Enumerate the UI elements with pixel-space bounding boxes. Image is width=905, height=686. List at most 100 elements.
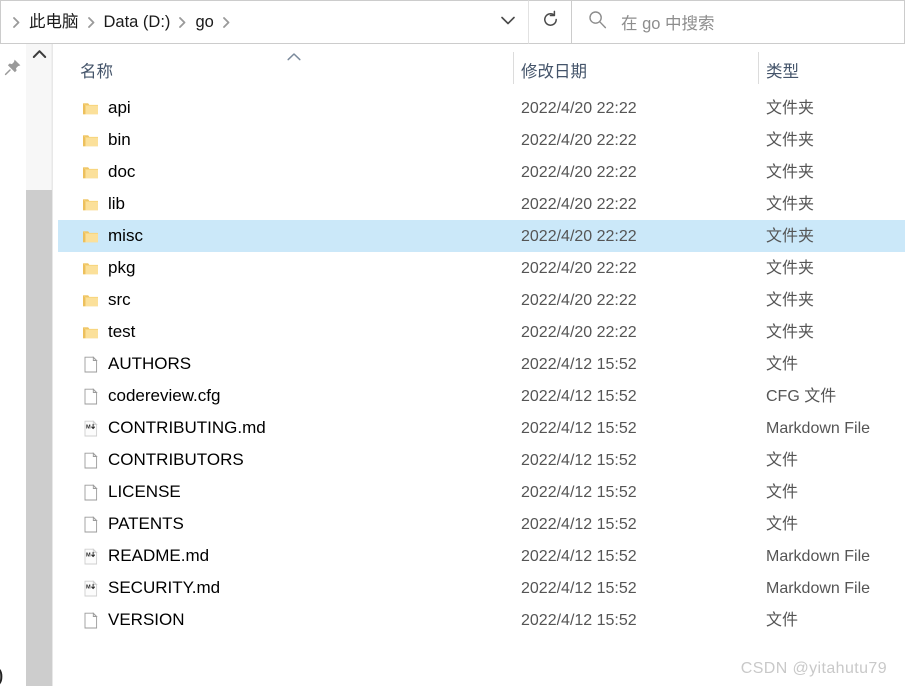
column-header-date-modified[interactable]: 修改日期 <box>521 58 587 82</box>
file-date-modified: 2022/4/20 22:22 <box>521 324 637 341</box>
vertical-scrollbar[interactable] <box>26 44 52 686</box>
file-name: pkg <box>108 258 136 277</box>
file-date-modified: 2022/4/20 22:22 <box>521 292 637 309</box>
file-row[interactable]: PATENTS 2022/4/12 15:52 文件 <box>58 508 905 540</box>
folder-icon <box>82 196 99 213</box>
search-input[interactable]: 在 go 中搜索 <box>621 10 715 34</box>
file-date-modified: 2022/4/20 22:22 <box>521 100 637 117</box>
pin-icon[interactable] <box>4 58 22 81</box>
file-type: Markdown File <box>766 580 871 597</box>
file-name: bin <box>108 130 131 149</box>
file-row[interactable]: src 2022/4/20 22:22 文件夹 <box>58 284 905 316</box>
address-history-dropdown-button[interactable] <box>488 0 528 44</box>
file-name: misc <box>108 226 143 245</box>
file-icon <box>82 612 99 629</box>
folder-icon <box>82 292 99 309</box>
file-type: 文件夹 <box>766 132 815 149</box>
file-list-pane: 名称 修改日期 类型 api 2022/4/20 22:22 文件夹 bin 2022/… <box>58 44 905 686</box>
file-date-modified: 2022/4/20 22:22 <box>521 228 637 245</box>
watermark: CSDN @yitahutu79 <box>740 660 887 677</box>
file-type: 文件 <box>766 516 799 533</box>
file-row[interactable]: CONTRIBUTORS 2022/4/12 15:52 文件 <box>58 444 905 476</box>
address-bar: 此电脑 Data (D:) go 在 go 中搜索 <box>0 0 905 44</box>
file-type: 文件夹 <box>766 100 815 117</box>
file-name: src <box>108 290 131 309</box>
file-type: 文件夹 <box>766 228 815 245</box>
file-type: 文件 <box>766 452 799 469</box>
file-date-modified: 2022/4/20 22:22 <box>521 132 637 149</box>
column-header-type[interactable]: 类型 <box>766 58 799 82</box>
folder-icon <box>82 132 99 149</box>
search-icon <box>588 10 607 34</box>
file-row[interactable]: api 2022/4/20 22:22 文件夹 <box>58 92 905 124</box>
file-icon <box>82 516 99 533</box>
file-name: SECURITY.md <box>108 578 221 597</box>
file-row[interactable]: bin 2022/4/20 22:22 文件夹 <box>58 124 905 156</box>
file-type: 文件 <box>766 484 799 501</box>
chevron-up-icon <box>32 46 47 64</box>
file-row[interactable]: LICENSE 2022/4/12 15:52 文件 <box>58 476 905 508</box>
file-name: CONTRIBUTING.md <box>108 418 266 437</box>
column-header-name[interactable]: 名称 <box>80 58 113 82</box>
file-row[interactable]: pkg 2022/4/20 22:22 文件夹 <box>58 252 905 284</box>
column-header-row: 名称 修改日期 类型 <box>58 44 905 92</box>
file-type: Markdown File <box>766 548 871 565</box>
folder-icon <box>82 324 99 341</box>
refresh-button[interactable] <box>528 0 572 44</box>
rail-divider <box>52 44 53 686</box>
folder-icon <box>82 100 99 117</box>
file-row[interactable]: lib 2022/4/20 22:22 文件夹 <box>58 188 905 220</box>
file-name: CONTRIBUTORS <box>108 450 244 469</box>
column-divider-1[interactable] <box>513 52 514 84</box>
file-row[interactable]: misc 2022/4/20 22:22 文件夹 <box>58 220 905 252</box>
file-date-modified: 2022/4/20 22:22 <box>521 196 637 213</box>
file-row[interactable]: M SECURITY.md 2022/4/12 15:52 Markdown File <box>58 572 905 604</box>
svg-text:M: M <box>86 553 91 559</box>
file-date-modified: 2022/4/12 15:52 <box>521 388 637 405</box>
file-name: VERSION <box>108 610 185 629</box>
file-date-modified: 2022/4/12 15:52 <box>521 356 637 373</box>
file-type: 文件夹 <box>766 324 815 341</box>
folder-icon <box>82 228 99 245</box>
column-divider-2[interactable] <box>758 52 759 84</box>
file-name: doc <box>108 162 136 181</box>
breadcrumb[interactable]: 此电脑 Data (D:) go <box>0 0 488 44</box>
file-name: README.md <box>108 546 210 565</box>
file-date-modified: 2022/4/20 22:22 <box>521 260 637 277</box>
breadcrumb-separator-1[interactable] <box>84 16 99 28</box>
breadcrumb-separator-2[interactable] <box>175 16 190 28</box>
file-row[interactable]: M CONTRIBUTING.md 2022/4/12 15:52 Markdown … <box>58 412 905 444</box>
breadcrumb-separator-3[interactable] <box>219 16 234 28</box>
file-row[interactable]: doc 2022/4/20 22:22 文件夹 <box>58 156 905 188</box>
file-date-modified: 2022/4/12 15:52 <box>521 580 637 597</box>
scroll-up-button[interactable] <box>26 44 52 66</box>
breadcrumb-item-data-drive[interactable]: Data (D:) <box>99 9 176 35</box>
file-icon <box>82 484 99 501</box>
folder-icon <box>82 164 99 181</box>
file-row[interactable]: AUTHORS 2022/4/12 15:52 文件 <box>58 348 905 380</box>
file-name: api <box>108 98 131 117</box>
markdown-icon: M <box>82 580 99 597</box>
markdown-icon: M <box>82 420 99 437</box>
file-type: Markdown File <box>766 420 871 437</box>
clipped-navigation-label: ) <box>0 662 3 686</box>
file-date-modified: 2022/4/12 15:52 <box>521 548 637 565</box>
breadcrumb-list: 此电脑 Data (D:) go <box>24 9 488 35</box>
file-row[interactable]: codereview.cfg 2022/4/12 15:52 CFG 文件 <box>58 380 905 412</box>
file-row[interactable]: VERSION 2022/4/12 15:52 文件 <box>58 604 905 636</box>
breadcrumb-item-this-pc[interactable]: 此电脑 <box>24 9 84 35</box>
file-type: 文件夹 <box>766 196 815 213</box>
file-type: 文件夹 <box>766 164 815 181</box>
file-row[interactable]: test 2022/4/20 22:22 文件夹 <box>58 316 905 348</box>
file-row[interactable]: M README.md 2022/4/12 15:52 Markdown File <box>58 540 905 572</box>
left-rail: ) <box>0 44 26 686</box>
search-box[interactable]: 在 go 中搜索 <box>572 0 905 44</box>
file-name: codereview.cfg <box>108 386 221 405</box>
file-type: CFG 文件 <box>766 388 837 405</box>
breadcrumb-separator-root <box>9 16 24 28</box>
file-icon <box>82 388 99 405</box>
breadcrumb-item-go[interactable]: go <box>190 9 218 35</box>
folder-icon <box>82 260 99 277</box>
scrollbar-thumb[interactable] <box>26 190 52 686</box>
file-date-modified: 2022/4/12 15:52 <box>521 452 637 469</box>
